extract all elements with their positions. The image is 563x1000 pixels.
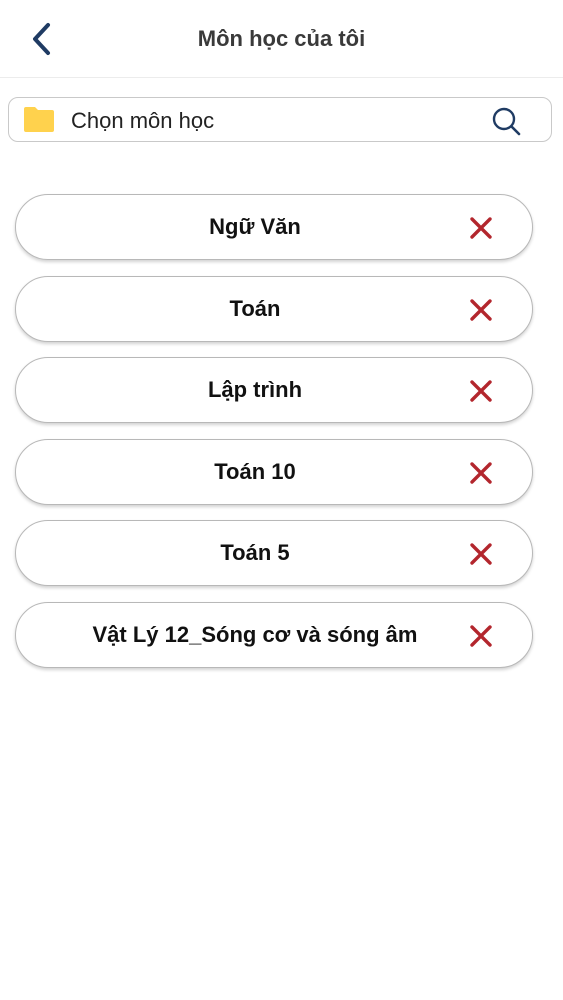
remove-subject-button[interactable]: [466, 539, 496, 569]
subject-item[interactable]: Toán: [15, 275, 533, 342]
close-icon: [470, 217, 492, 239]
remove-subject-button[interactable]: [466, 621, 496, 651]
subject-name: Vật Lý 12_Sóng cơ và sóng âm: [92, 621, 418, 647]
subject-name: Lập trình: [207, 377, 303, 402]
remove-subject-button[interactable]: [466, 213, 496, 243]
chevron-left-icon: [33, 23, 50, 55]
back-button[interactable]: [22, 18, 62, 60]
subject-name: Toán 5: [220, 540, 290, 565]
subject-list: Ngữ Văn Toán Lập trình Toán 10 Toán 5 Vậ…: [15, 194, 535, 683]
subject-picker[interactable]: Chọn môn học: [8, 97, 552, 142]
remove-subject-button[interactable]: [466, 458, 496, 488]
close-icon: [470, 298, 492, 321]
page-title: Môn học của tôi: [197, 26, 366, 51]
app-header: Môn học của tôi: [0, 0, 563, 78]
search-icon[interactable]: [491, 106, 521, 136]
subject-name: Toán 10: [214, 458, 296, 484]
close-icon: [470, 624, 492, 647]
folder-icon: [24, 107, 54, 132]
subject-name: Ngữ Văn: [209, 214, 301, 239]
remove-subject-button[interactable]: [466, 376, 496, 406]
subject-item[interactable]: Vật Lý 12_Sóng cơ và sóng âm: [15, 601, 533, 668]
close-icon: [470, 380, 492, 402]
remove-subject-button[interactable]: [466, 295, 496, 325]
subject-name: Toán: [229, 295, 281, 321]
subject-item[interactable]: Toán 10: [15, 438, 533, 505]
subject-item[interactable]: Toán 5: [15, 520, 533, 586]
subject-item[interactable]: Ngữ Văn: [15, 194, 533, 260]
close-icon: [470, 543, 492, 565]
subject-item[interactable]: Lập trình: [15, 357, 533, 423]
picker-label: Chọn môn học: [71, 108, 215, 133]
close-icon: [470, 461, 492, 484]
